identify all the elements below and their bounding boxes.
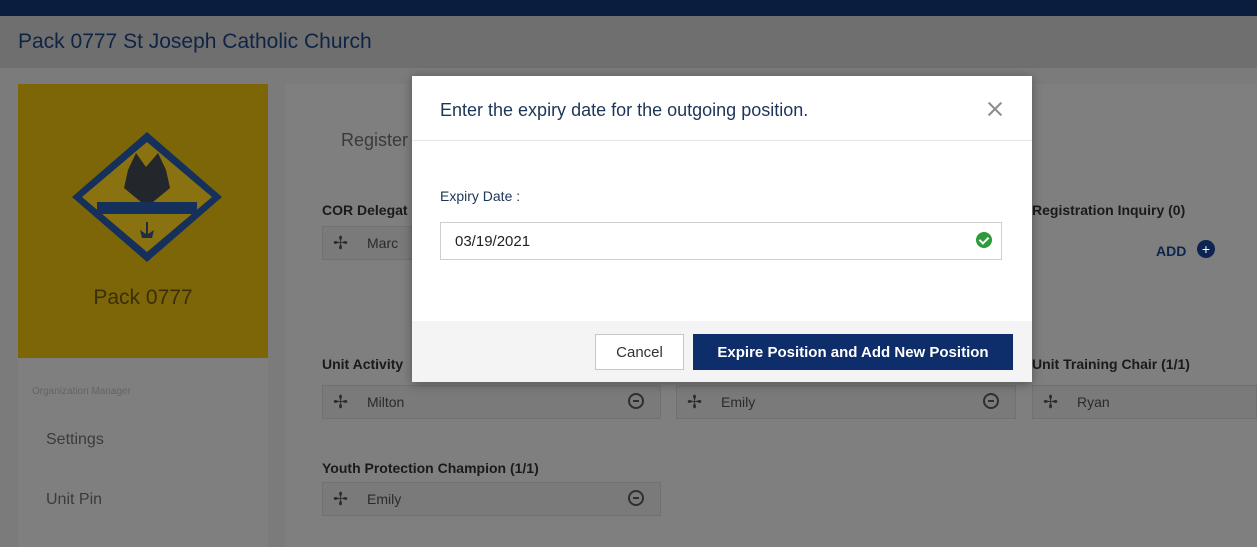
add-icon[interactable]: +: [1197, 240, 1215, 258]
expiry-date-label: Expiry Date :: [440, 188, 521, 204]
member-name: Milton: [367, 394, 405, 410]
member-name: Emily: [367, 491, 402, 507]
top-bar: [0, 0, 1257, 16]
cor-delegate-field[interactable]: ✢ Marc: [322, 226, 417, 260]
cor-delegate-label: COR Delegat: [322, 202, 408, 218]
organization-manager-label: Organization Manager: [32, 386, 131, 397]
expiry-date-modal: Enter the expiry date for the outgoing p…: [412, 76, 1032, 382]
logo-band: [97, 202, 197, 214]
registration-inquiry-label: Registration Inquiry (0): [1032, 202, 1186, 218]
member-name: Marc: [367, 235, 399, 251]
cub-scouts-logo: [72, 132, 222, 262]
modal-title: Enter the expiry date for the outgoing p…: [440, 100, 809, 120]
youth-protection-label: Youth Protection Champion (1/1): [322, 460, 539, 476]
tab-register[interactable]: Register: [341, 130, 408, 151]
menu-item-unit-pin[interactable]: Unit Pin: [46, 491, 102, 509]
organization-title: Pack 0777 St Joseph Catholic Church: [18, 30, 372, 53]
expiry-date-input[interactable]: [440, 222, 1002, 260]
drag-icon[interactable]: ✢: [1043, 392, 1058, 413]
add-button[interactable]: ADD: [1156, 243, 1186, 259]
close-icon[interactable]: [986, 100, 1004, 118]
member-name: Ryan: [1077, 394, 1110, 410]
remove-icon[interactable]: [628, 393, 644, 409]
youth-protection-field[interactable]: ✢ Emily: [322, 482, 661, 516]
middle-position-field[interactable]: ✢ Emily: [676, 385, 1016, 419]
remove-icon[interactable]: [983, 393, 999, 409]
unit-activity-label: Unit Activity: [322, 356, 404, 372]
pack-name: Pack 0777: [93, 286, 193, 309]
unit-training-chair-field[interactable]: ✢ Ryan: [1032, 385, 1257, 419]
success-check-icon: [976, 232, 992, 248]
cancel-button[interactable]: Cancel: [595, 334, 684, 370]
menu-item-settings[interactable]: Settings: [46, 431, 104, 449]
drag-icon[interactable]: ✢: [333, 392, 348, 413]
unit-training-chair-label: Unit Training Chair (1/1): [1032, 356, 1190, 372]
drag-icon[interactable]: ✢: [687, 392, 702, 413]
remove-icon[interactable]: [628, 490, 644, 506]
unit-activity-field[interactable]: ✢ Milton: [322, 385, 661, 419]
drag-icon[interactable]: ✢: [333, 233, 348, 254]
member-name: Emily: [721, 394, 756, 410]
modal-divider: [412, 140, 1032, 141]
drag-icon[interactable]: ✢: [333, 489, 348, 510]
expire-and-add-button[interactable]: Expire Position and Add New Position: [693, 334, 1013, 370]
